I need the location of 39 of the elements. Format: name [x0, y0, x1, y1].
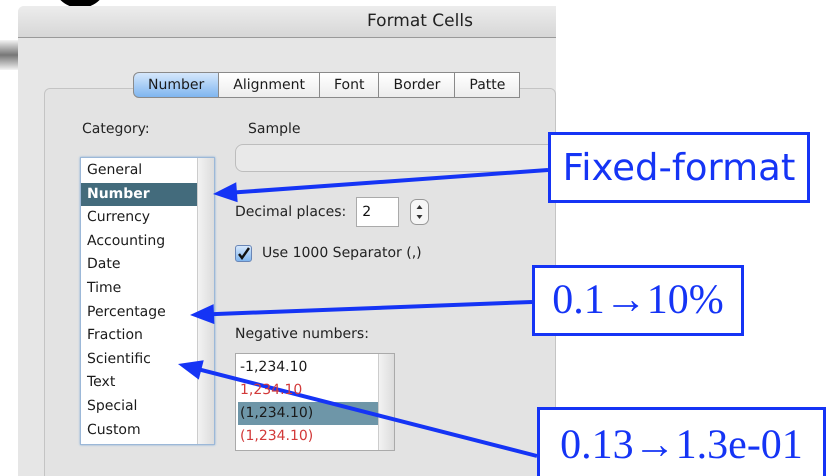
category-item[interactable]: Date: [81, 253, 122, 277]
negative-number-text: (1,234.10): [240, 405, 314, 421]
tab[interactable]: Patte: [455, 72, 520, 98]
category-item[interactable]: Percentage: [81, 300, 168, 324]
category-item[interactable]: Fraction: [81, 324, 145, 348]
negative-number-text: -1,234.10: [240, 359, 308, 375]
annotation-box: 0.13→1.3e-01: [537, 407, 826, 476]
stepper-icon[interactable]: [410, 199, 430, 225]
category-item[interactable]: Special: [81, 394, 140, 419]
negative-number-item[interactable]: -1,234.10: [238, 356, 378, 379]
category-item[interactable]: Accounting: [81, 230, 168, 254]
category-item[interactable]: Text: [81, 371, 118, 395]
window-title: Format Cells: [367, 10, 473, 33]
annotation-box: 0.1→10%: [532, 265, 744, 336]
checkmark-icon: [237, 247, 250, 260]
decimal-places-field[interactable]: 2: [356, 197, 400, 227]
negative-number-item[interactable]: (1,234.10): [238, 425, 378, 448]
sample-label: Sample: [248, 120, 302, 139]
tab[interactable]: Font: [320, 72, 380, 98]
category-item[interactable]: General: [81, 159, 144, 183]
negative-number-item[interactable]: (1,234.10): [238, 402, 378, 425]
tab[interactable]: Alignment: [219, 72, 320, 98]
separator-label: Use 1000 Separator (,): [262, 244, 422, 263]
negative-numbers-label: Negative numbers:: [235, 325, 370, 344]
separator-checkbox[interactable]: [235, 245, 252, 262]
scrollbar-track[interactable]: [378, 354, 394, 450]
negative-number-text: (1,234.10): [240, 428, 314, 444]
category-item[interactable]: Time: [81, 276, 124, 301]
category-label: Category:: [82, 120, 151, 139]
tab[interactable]: Border: [379, 72, 456, 98]
category-item[interactable]: Currency: [81, 206, 152, 230]
annotation-box: Fixed-format: [548, 132, 810, 203]
scrollbar-track[interactable]: [197, 158, 214, 444]
category-item[interactable]: Number: [81, 182, 197, 206]
category-list[interactable]: General Number Currency Accounting Date Time Percentage Fraction Scientific Text Special Custom: [80, 157, 215, 445]
decimal-places-label: Decimal places:: [235, 202, 346, 222]
tab[interactable]: Number: [133, 72, 220, 98]
category-item[interactable]: Custom: [81, 418, 143, 442]
category-item[interactable]: Scientific: [81, 348, 153, 372]
